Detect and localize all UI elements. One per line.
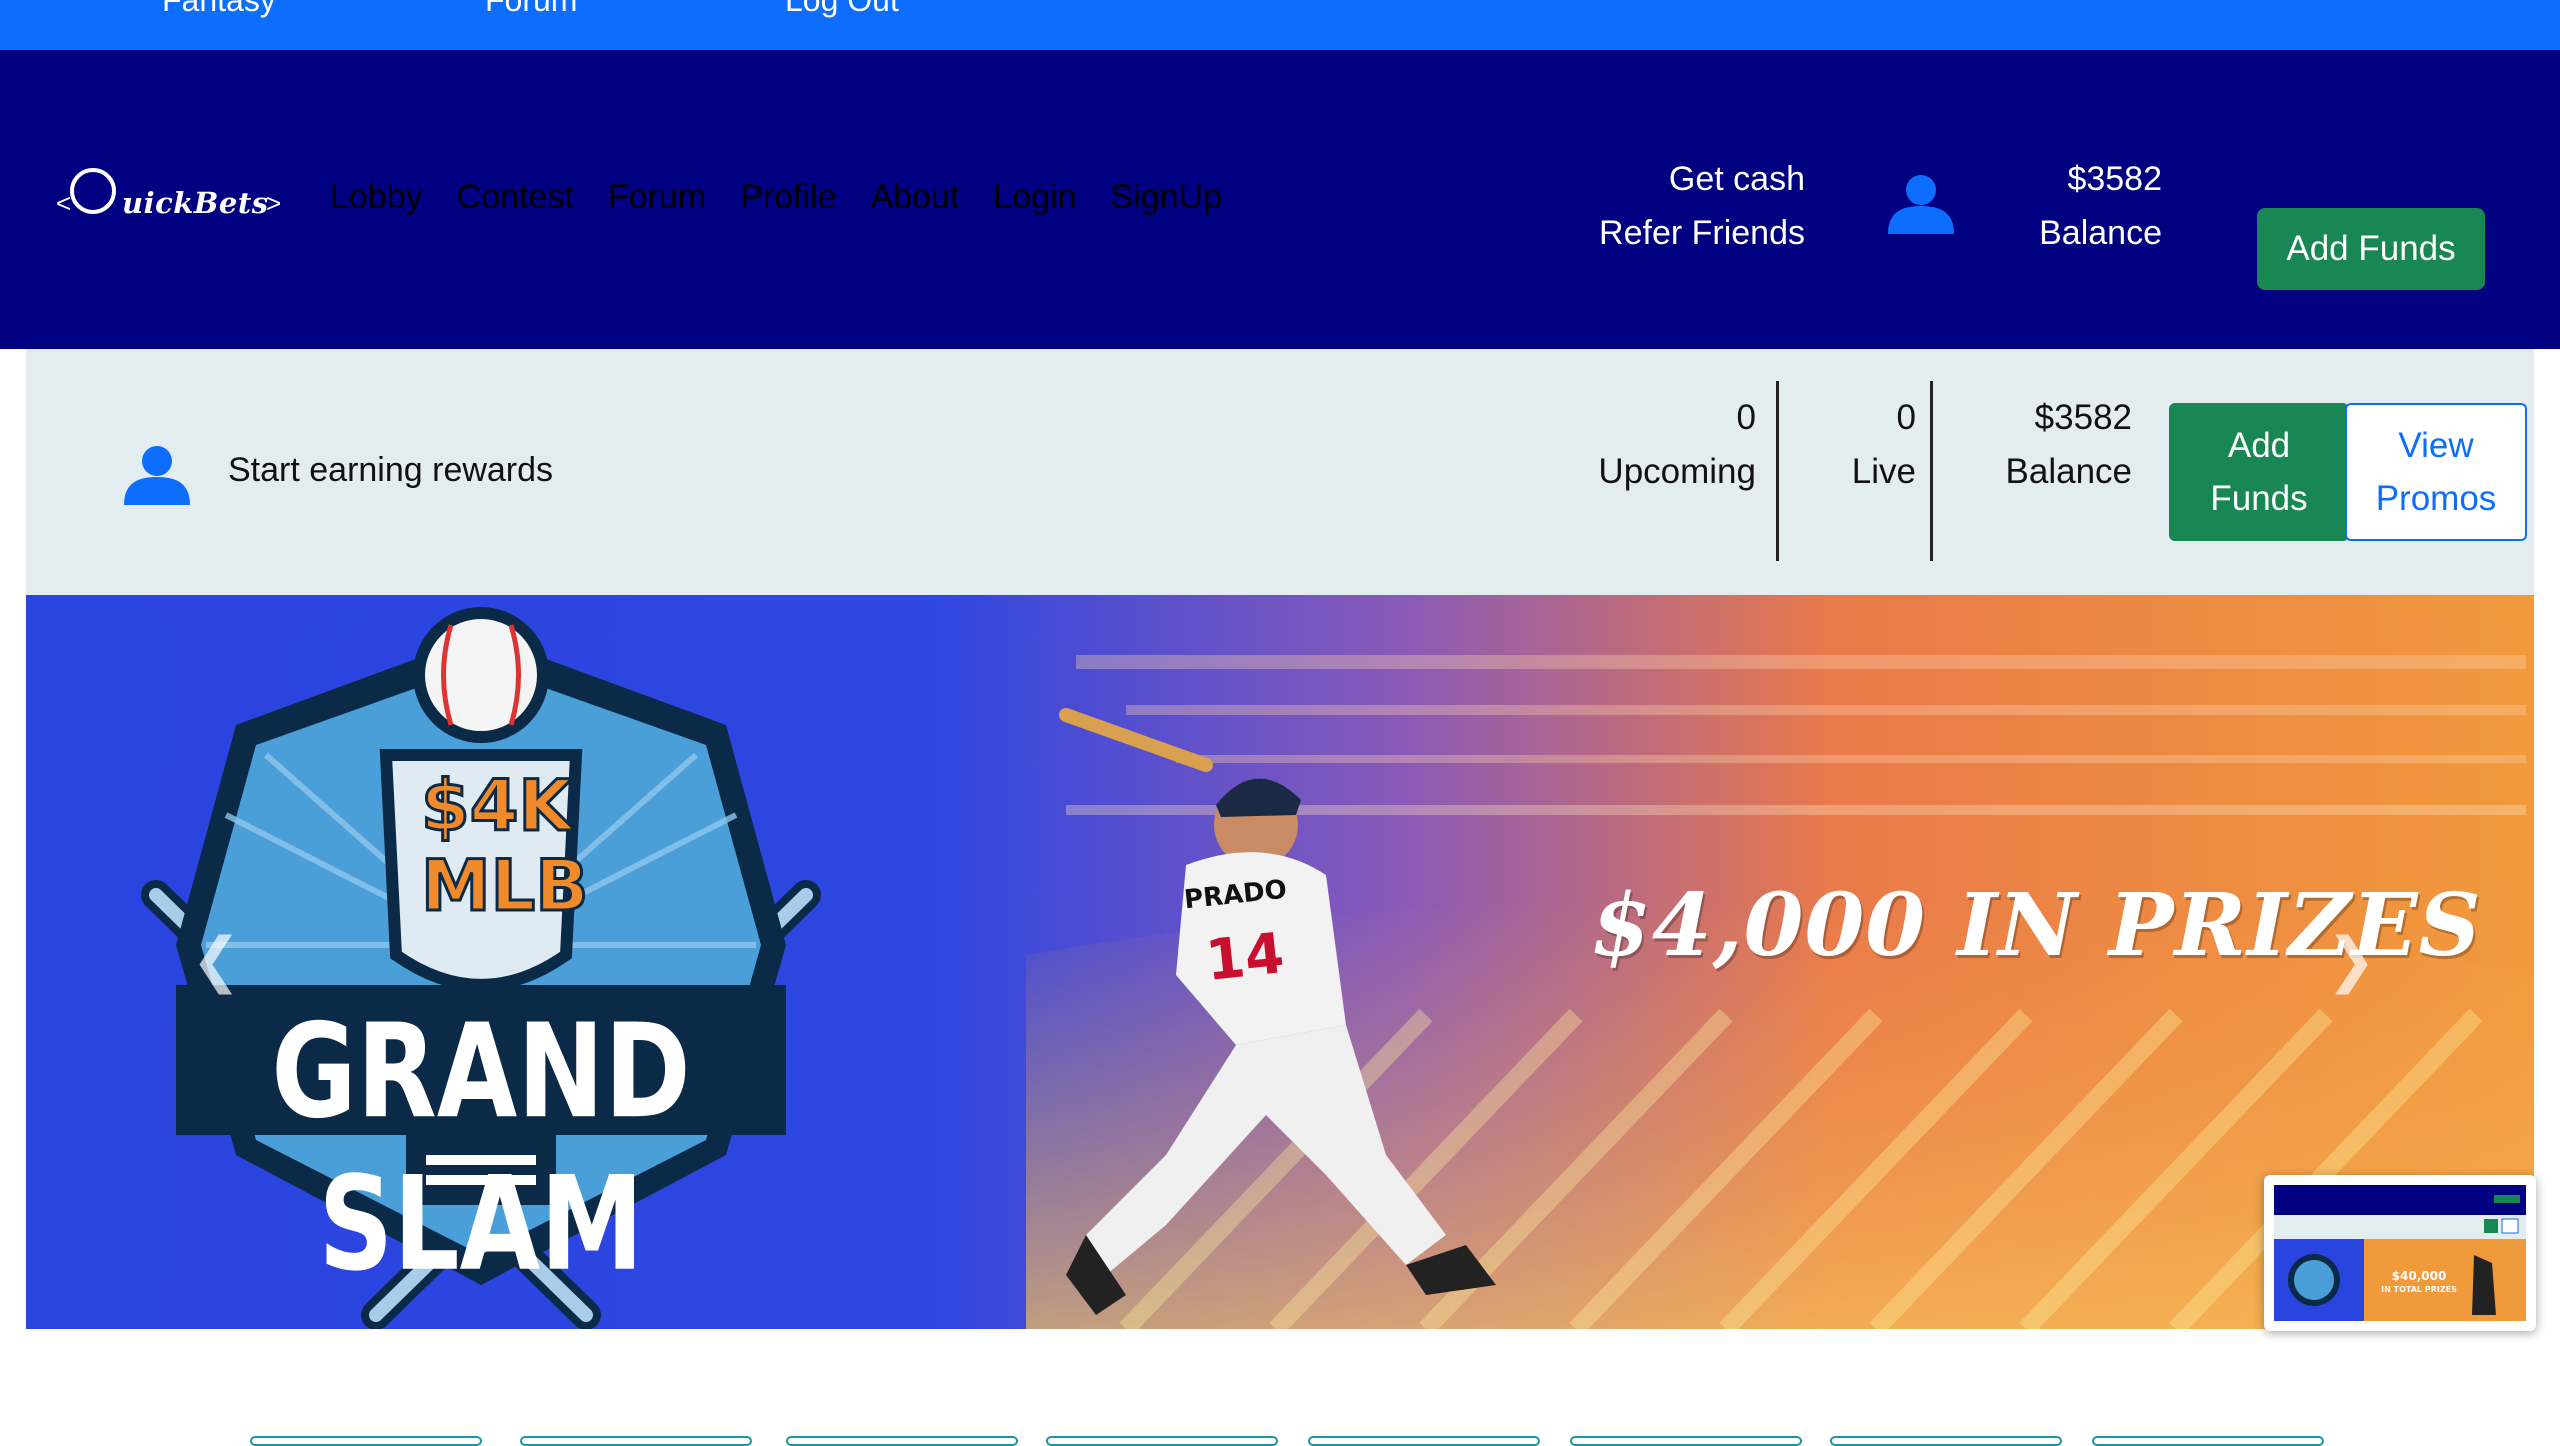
nav-profile[interactable]: Profile	[740, 178, 836, 217]
thumb-headline: $40,000	[2391, 1269, 2447, 1283]
stat-balance: $3582 Balance	[1956, 391, 2132, 499]
tab-pill[interactable]	[1830, 1436, 2062, 1446]
main-navbar: < uickBets > Lobby Contest Forum Profile…	[0, 50, 2560, 349]
stat-divider	[1776, 381, 1779, 561]
carousel-next-icon[interactable]: ❯	[2326, 925, 2376, 995]
nav-contest[interactable]: Contest	[457, 178, 574, 217]
refer-friends-text: Refer Friends	[1599, 214, 1805, 252]
top-link-logout[interactable]: Log Out	[785, 0, 899, 19]
upcoming-count: 0	[1736, 398, 1756, 437]
logo-text: uickBets	[122, 186, 269, 220]
category-tabs	[250, 1436, 2324, 1446]
upcoming-label: Upcoming	[1598, 452, 1756, 491]
header-balance-amount: $3582	[2067, 160, 2162, 198]
top-link-fantasy[interactable]: Fantasy	[162, 0, 276, 19]
add-funds-button[interactable]: Add Funds	[2257, 208, 2485, 290]
rewards-user-icon	[124, 446, 190, 505]
stat-divider	[1930, 381, 1933, 561]
tab-pill[interactable]	[1308, 1436, 1540, 1446]
logo-q-icon	[70, 168, 116, 214]
tab-pill[interactable]	[2092, 1436, 2324, 1446]
stat-upcoming[interactable]: 0 Upcoming	[1546, 391, 1756, 499]
live-count: 0	[1896, 398, 1916, 437]
stats-bar: Start earning rewards 0 Upcoming 0 Live …	[26, 349, 2534, 595]
thumbnail-preview	[2270, 1181, 2530, 1325]
logo-right-arrow-icon: >	[266, 188, 282, 218]
view-promos-button[interactable]: View Promos	[2345, 403, 2527, 541]
promo-carousel[interactable]: $4K MLB GRAND SLAM PRADO 14 $4,000 IN PR…	[26, 595, 2534, 1329]
stats-add-funds-button[interactable]: Add Funds	[2169, 403, 2349, 541]
logo-left-arrow-icon: <	[56, 188, 72, 218]
view-promos-line1: View	[2398, 426, 2474, 465]
nav-about[interactable]: About	[870, 178, 959, 217]
stats-balance-label: Balance	[2005, 452, 2132, 491]
nav-signup[interactable]: SignUp	[1111, 178, 1223, 217]
tab-pill[interactable]	[1046, 1436, 1278, 1446]
tab-pill[interactable]	[786, 1436, 1018, 1446]
header-balance-label: Balance	[2039, 214, 2162, 252]
nav-lobby[interactable]: Lobby	[330, 178, 423, 217]
user-icon[interactable]	[1886, 172, 1956, 234]
get-cash-text: Get cash	[1668, 160, 1805, 198]
nav-login[interactable]: Login	[993, 178, 1076, 217]
player-number: 14	[1202, 921, 1288, 994]
add-funds-line1: Add	[2227, 426, 2291, 465]
thumb-subheadline: IN TOTAL PRIZES	[2381, 1285, 2457, 1294]
refer-friends-link[interactable]: Get cash Refer Friends	[1599, 152, 1805, 260]
stats-balance-amount: $3582	[2034, 398, 2132, 437]
tab-pill[interactable]	[520, 1436, 752, 1446]
badge-mid-text: MLB	[420, 844, 591, 929]
brand-logo[interactable]: < uickBets >	[56, 162, 290, 232]
tab-pill[interactable]	[250, 1436, 482, 1446]
earn-rewards-text[interactable]: Start earning rewards	[228, 451, 553, 490]
stat-live[interactable]: 0 Live	[1806, 391, 1916, 499]
badge-main-text: GRAND SLAM	[271, 995, 691, 1300]
header-balance: $3582 Balance	[2000, 152, 2162, 260]
add-funds-line2: Funds	[2210, 479, 2308, 518]
live-label: Live	[1851, 452, 1916, 491]
nav-links: Lobby Contest Forum Profile About Login …	[330, 178, 1256, 217]
badge-top-text: $4K	[420, 764, 575, 849]
view-promos-line2: Promos	[2375, 479, 2497, 518]
top-link-forum[interactable]: Forum	[485, 0, 577, 19]
screenshot-thumbnail[interactable]: $40,000 IN TOTAL PRIZES	[2264, 1175, 2536, 1331]
top-strip: Fantasy Forum Log Out	[0, 0, 2560, 50]
nav-forum[interactable]: Forum	[608, 178, 706, 217]
tab-pill[interactable]	[1570, 1436, 1802, 1446]
carousel-prev-icon[interactable]: ❮	[191, 925, 241, 995]
